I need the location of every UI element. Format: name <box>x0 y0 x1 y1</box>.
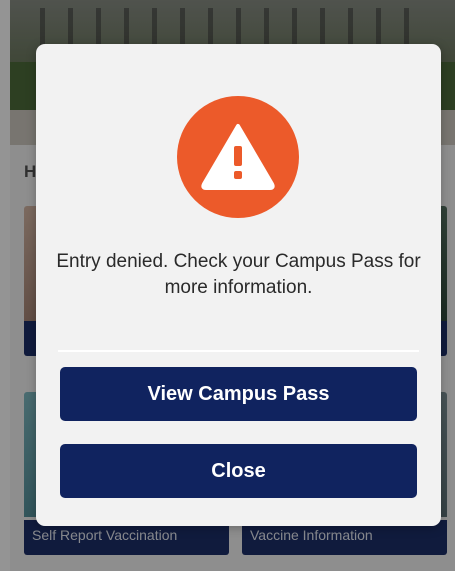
warning-icon <box>177 96 299 218</box>
view-campus-pass-button[interactable]: View Campus Pass <box>60 367 417 421</box>
dialog-message: Entry denied. Check your Campus Pass for… <box>56 251 421 298</box>
entry-denied-dialog: Entry denied. Check your Campus Pass for… <box>36 44 441 526</box>
close-button[interactable]: Close <box>60 444 417 498</box>
dialog-divider <box>58 350 419 352</box>
